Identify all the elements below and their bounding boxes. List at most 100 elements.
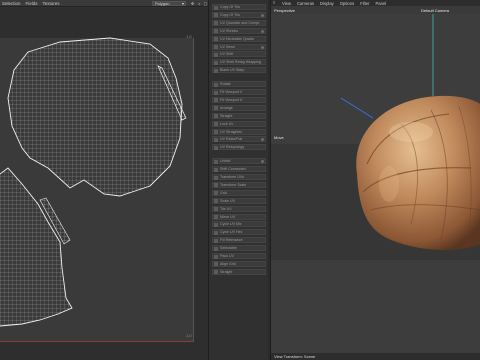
viewport-status-bar: View Transform: Scene <box>271 353 480 360</box>
command-icon <box>214 137 218 142</box>
uv-viewport[interactable]: 1,0 1,0 <box>0 8 208 360</box>
uv-command-row[interactable]: Cycle UV Hex <box>212 229 266 236</box>
uv-command-row[interactable]: Transform UVs <box>212 174 266 180</box>
uv-command-row[interactable]: UV Shrinks <box>212 27 266 34</box>
uv-command-row[interactable]: Cycle UV Mix <box>212 221 266 228</box>
option-dot-icon[interactable] <box>261 45 264 49</box>
viewport-camera-name[interactable]: Perspective <box>274 8 295 13</box>
uv-command-row[interactable]: Lock UV <box>212 120 266 127</box>
uv-command-label: UV Shell Retag Wrapping <box>220 60 261 65</box>
command-icon <box>214 37 218 42</box>
option-dot-icon[interactable] <box>261 138 264 142</box>
viewport-menu-panel[interactable]: Panel <box>376 1 387 6</box>
command-icon <box>214 145 218 150</box>
uv-command-row[interactable]: Align Grid <box>212 260 266 267</box>
uv-command-row[interactable]: Fill Relevance <box>212 237 266 244</box>
command-icon <box>214 270 218 275</box>
uv-command-label: UV Shrinks <box>220 28 238 33</box>
uv-command-row[interactable]: Tile UV <box>212 205 266 212</box>
uv-command-row[interactable]: Transform Scale <box>212 181 266 188</box>
command-icon <box>214 238 218 243</box>
viewport-canvas[interactable]: Move <box>271 14 480 354</box>
viewport-menu-view[interactable]: View <box>282 1 291 6</box>
command-icon <box>214 45 218 49</box>
command-icon <box>214 82 218 87</box>
viewport-menu-cameras[interactable]: Cameras <box>297 1 314 6</box>
zoom-icon[interactable]: ⌕ <box>197 1 202 6</box>
uv-menu-fields[interactable]: Fields <box>26 1 38 6</box>
uv-command-row[interactable]: Fit Viewport U <box>212 96 266 103</box>
uv-command-label: Straight <box>220 269 233 274</box>
uv-command-row[interactable]: Copy Of Tris <box>212 11 266 18</box>
uv-command-row[interactable]: Straight <box>212 112 266 119</box>
uv-command-row[interactable]: Scale UV <box>212 197 266 204</box>
uv-command-row[interactable]: UV Retopology <box>212 144 266 151</box>
uv-command-label: Cycle UV Mix <box>220 222 242 227</box>
walnut-model[interactable] <box>356 95 480 251</box>
uv-editor-panel: Selection Fields Textures Polygon ▾ ✥ ⌕ … <box>0 0 208 360</box>
uv-mesh-canvas <box>0 28 200 327</box>
uv-command-row[interactable]: Copy Of Tris <box>212 4 266 10</box>
uv-command-row[interactable]: Fit Viewport V <box>212 89 266 95</box>
uv-command-row[interactable]: Shift Connected <box>212 166 266 173</box>
uv-command-row[interactable]: UV Neutralize Quads <box>212 35 266 42</box>
viewport-scene <box>340 14 480 251</box>
uv-command-label: UV Straighten <box>220 129 243 134</box>
viewport-menu-filter[interactable]: Filter <box>360 1 369 6</box>
hamburger-icon[interactable]: ≡ <box>273 1 279 5</box>
uv-command-row[interactable]: Unfold <box>212 158 266 165</box>
uv-command-label: Transform Scale <box>220 182 247 187</box>
uv-menu-selection[interactable]: Selection <box>2 1 21 6</box>
uv-command-label: Fit Viewport V <box>220 90 243 94</box>
viewport-menu-options[interactable]: Options <box>340 1 354 6</box>
uv-command-label: Lock UV <box>220 121 234 126</box>
uv-command-row[interactable]: UV Shift <box>212 51 266 58</box>
uv-command-row[interactable]: UV Relax/Flat <box>212 136 266 143</box>
uv-command-label: Align Grid <box>220 261 236 266</box>
option-dot-icon[interactable] <box>261 13 264 17</box>
command-icon <box>214 254 218 259</box>
option-dot-icon[interactable] <box>261 160 264 164</box>
uv-command-label: Fit Viewport U <box>220 97 243 102</box>
uv-command-label: UV Relax/Flat <box>220 137 243 142</box>
viewport-menu-display[interactable]: Display <box>320 1 334 6</box>
uv-command-row[interactable]: Straight <box>212 268 266 275</box>
uv-command-row[interactable]: UV Sewn <box>212 43 266 50</box>
uv-command-label: Arrange <box>220 105 233 110</box>
uv-command-row[interactable]: Pack UV <box>212 253 266 259</box>
command-icon <box>214 230 218 235</box>
command-icon <box>214 175 218 180</box>
option-dot-icon[interactable] <box>261 29 264 33</box>
command-icon <box>214 29 218 34</box>
command-icon <box>214 52 218 57</box>
uv-command-label: UV Retopology <box>220 145 245 150</box>
uv-command-row[interactable]: Selectable <box>212 245 266 252</box>
uv-shell-large[interactable] <box>0 28 200 208</box>
uv-command-row[interactable]: UV Shell Retag Wrapping <box>212 59 266 66</box>
command-icon <box>214 68 218 73</box>
uv-command-label: Mirror UV <box>220 214 236 219</box>
command-icon <box>214 207 218 212</box>
uv-command-row[interactable]: Mirror UV <box>212 213 266 220</box>
move-icon[interactable]: ✥ <box>190 1 195 6</box>
uv-command-label: Tile UV <box>220 206 232 211</box>
uv-command-label: Copy Of Tris <box>220 5 240 9</box>
uv-command-label: Straight <box>220 113 233 118</box>
uv-command-row[interactable]: UV Straighten <box>212 128 266 135</box>
uv-command-label: Unfold <box>220 159 231 164</box>
uv-command-row[interactable]: Grid <box>212 189 266 196</box>
command-icon <box>214 5 218 10</box>
uv-command-label: UV Shift <box>220 52 234 57</box>
uv-command-row[interactable]: Blank UV Warp <box>212 67 266 74</box>
viewport-default-camera[interactable]: Default Camera <box>421 8 449 13</box>
uv-command-row[interactable]: UV Quantize and Compr. <box>212 19 266 26</box>
3d-viewport-panel: View Cameras Display Options Filter Pane… <box>270 0 480 360</box>
uv-command-row[interactable]: Rotate <box>212 81 266 88</box>
uv-mode-dropdown[interactable]: Polygon ▾ <box>152 1 186 6</box>
uv-menu-textures[interactable]: Textures <box>43 1 60 6</box>
command-icon <box>214 13 218 18</box>
uv-command-label: UV Neutralize Quads <box>220 36 254 41</box>
command-icon <box>214 114 218 119</box>
uv-command-row[interactable]: Arrange <box>212 104 266 111</box>
command-icon <box>214 262 218 267</box>
